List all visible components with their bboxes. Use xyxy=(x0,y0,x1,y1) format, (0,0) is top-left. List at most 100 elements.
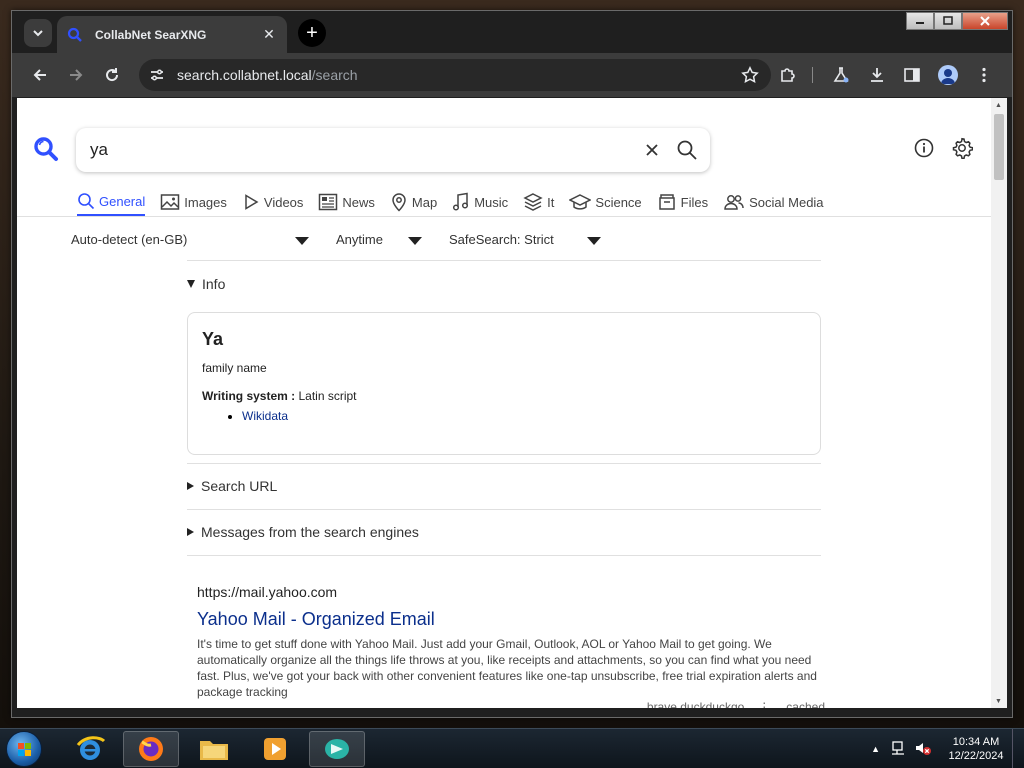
tab-search-button[interactable] xyxy=(24,19,52,47)
minimize-button[interactable] xyxy=(906,12,934,30)
file-box-icon xyxy=(658,194,675,210)
map-pin-icon xyxy=(392,193,406,212)
attribute-value: Latin script xyxy=(295,389,357,403)
caret-right-icon xyxy=(187,482,194,490)
category-tabs: General Images Videos News Map Music It … xyxy=(77,188,839,216)
back-button[interactable] xyxy=(30,65,50,85)
language-select[interactable]: Auto-detect (en-GB) xyxy=(71,232,187,247)
page-content: General Images Videos News Map Music xyxy=(17,98,991,708)
arrow-left-icon xyxy=(33,69,46,81)
folder-icon xyxy=(200,741,228,760)
puzzle-icon xyxy=(781,68,795,82)
close-window-button[interactable] xyxy=(962,12,1008,30)
maximize-icon xyxy=(943,16,953,25)
forward-button[interactable] xyxy=(66,65,86,85)
infobox-title: Ya xyxy=(202,329,224,349)
list-item: Wikidata xyxy=(242,409,806,423)
tab-label: Map xyxy=(411,194,438,210)
safesearch-select[interactable]: SafeSearch: Strict xyxy=(449,232,554,247)
page-scrollbar[interactable]: ▲ ▼ xyxy=(991,98,1007,708)
engine-messages-toggle[interactable]: Messages from the search engines xyxy=(187,524,419,540)
divider xyxy=(187,555,821,556)
tab-label: General xyxy=(99,193,146,209)
search-icon xyxy=(78,193,95,210)
reload-icon xyxy=(106,68,119,82)
maximize-button[interactable] xyxy=(934,12,962,30)
language-dropdown-icon[interactable] xyxy=(295,237,309,245)
firefox-taskbar-button[interactable] xyxy=(123,731,179,767)
taskbar: ▲ 10:34 AM 12/22/2024 xyxy=(0,728,1024,768)
firefox-icon xyxy=(139,737,163,761)
result-url[interactable]: https://mail.yahoo.com xyxy=(197,584,817,600)
more-options-icon[interactable]: ⋮ xyxy=(758,700,770,708)
labs-button[interactable] xyxy=(831,65,851,85)
time-range-dropdown-icon[interactable] xyxy=(408,237,422,245)
category-divider xyxy=(17,216,991,217)
media-player-icon xyxy=(264,738,286,760)
clock[interactable]: 10:34 AM 12/22/2024 xyxy=(940,735,1012,763)
search-box xyxy=(76,128,710,172)
side-panel-icon xyxy=(904,68,920,82)
tab-label: News xyxy=(342,194,375,210)
time-range-select[interactable]: Anytime xyxy=(336,232,383,247)
browser-tab[interactable]: CollabNet SearXNG ✕ xyxy=(57,16,287,53)
tab-videos[interactable]: Videos xyxy=(242,188,304,216)
search-submit-icon[interactable] xyxy=(676,139,698,161)
reload-button[interactable] xyxy=(102,65,122,85)
action-center-icon[interactable] xyxy=(890,740,906,759)
tab-files[interactable]: Files xyxy=(657,188,708,216)
tab-news[interactable]: News xyxy=(318,188,375,216)
new-tab-button[interactable]: + xyxy=(298,19,326,47)
media-player-taskbar-button[interactable] xyxy=(247,731,303,767)
tab-images[interactable]: Images xyxy=(160,188,227,216)
clear-search-icon[interactable] xyxy=(642,140,662,160)
address-bar[interactable]: search.collabnet.local/search xyxy=(139,59,771,91)
infobox-links: Wikidata xyxy=(242,409,806,423)
about-info-icon[interactable] xyxy=(914,138,934,163)
divider xyxy=(187,463,821,464)
downloads-button[interactable] xyxy=(867,65,887,85)
wikidata-link[interactable]: Wikidata xyxy=(242,409,288,423)
tab-general[interactable]: General xyxy=(77,188,146,216)
file-explorer-taskbar-button[interactable] xyxy=(186,731,242,767)
tab-music[interactable]: Music xyxy=(452,188,508,216)
tab-label: Videos xyxy=(263,194,304,210)
tab-it[interactable]: It xyxy=(523,188,554,216)
search-url-label: Search URL xyxy=(201,478,278,494)
start-button[interactable] xyxy=(6,731,42,767)
scroll-up-icon[interactable]: ▲ xyxy=(995,102,1002,109)
people-icon xyxy=(724,195,744,210)
preferences-gear-icon[interactable] xyxy=(951,137,974,164)
volume-muted-icon[interactable] xyxy=(914,740,932,759)
clock-date: 12/22/2024 xyxy=(948,750,1004,762)
search-input[interactable] xyxy=(90,139,610,161)
tab-label: Music xyxy=(474,194,509,210)
info-toggle[interactable]: Info xyxy=(187,276,225,292)
tab-map[interactable]: Map xyxy=(390,188,437,216)
site-info-icon[interactable] xyxy=(149,67,165,83)
result-title-link[interactable]: Yahoo Mail - Organized Email xyxy=(197,609,817,630)
show-hidden-icons-icon[interactable]: ▲ xyxy=(871,744,880,754)
tab-science[interactable]: Science xyxy=(569,188,642,216)
internet-explorer-taskbar-button[interactable] xyxy=(62,731,118,767)
app-taskbar-button[interactable] xyxy=(309,731,365,767)
bookmark-star-icon[interactable] xyxy=(741,66,759,89)
tab-close-icon[interactable]: ✕ xyxy=(261,26,277,43)
cached-link[interactable]: cached xyxy=(786,700,825,708)
safesearch-dropdown-icon[interactable] xyxy=(587,237,601,245)
browser-menu-button[interactable] xyxy=(974,65,994,85)
show-desktop-button[interactable] xyxy=(1012,729,1024,768)
caret-down-icon xyxy=(187,280,195,288)
music-note-icon xyxy=(453,192,469,211)
scroll-down-icon[interactable]: ▼ xyxy=(995,698,1002,705)
flask-icon xyxy=(833,67,849,83)
searxng-logo-icon[interactable] xyxy=(33,136,59,167)
engine-messages-label: Messages from the search engines xyxy=(201,524,419,540)
tab-social-media[interactable]: Social Media xyxy=(723,188,824,216)
scrollbar-thumb[interactable] xyxy=(994,114,1004,180)
search-url-toggle[interactable]: Search URL xyxy=(187,478,277,494)
side-panel-button[interactable] xyxy=(902,65,922,85)
extensions-button[interactable] xyxy=(778,65,798,85)
info-summary-label: Info xyxy=(202,276,226,292)
profile-avatar[interactable] xyxy=(938,65,958,85)
